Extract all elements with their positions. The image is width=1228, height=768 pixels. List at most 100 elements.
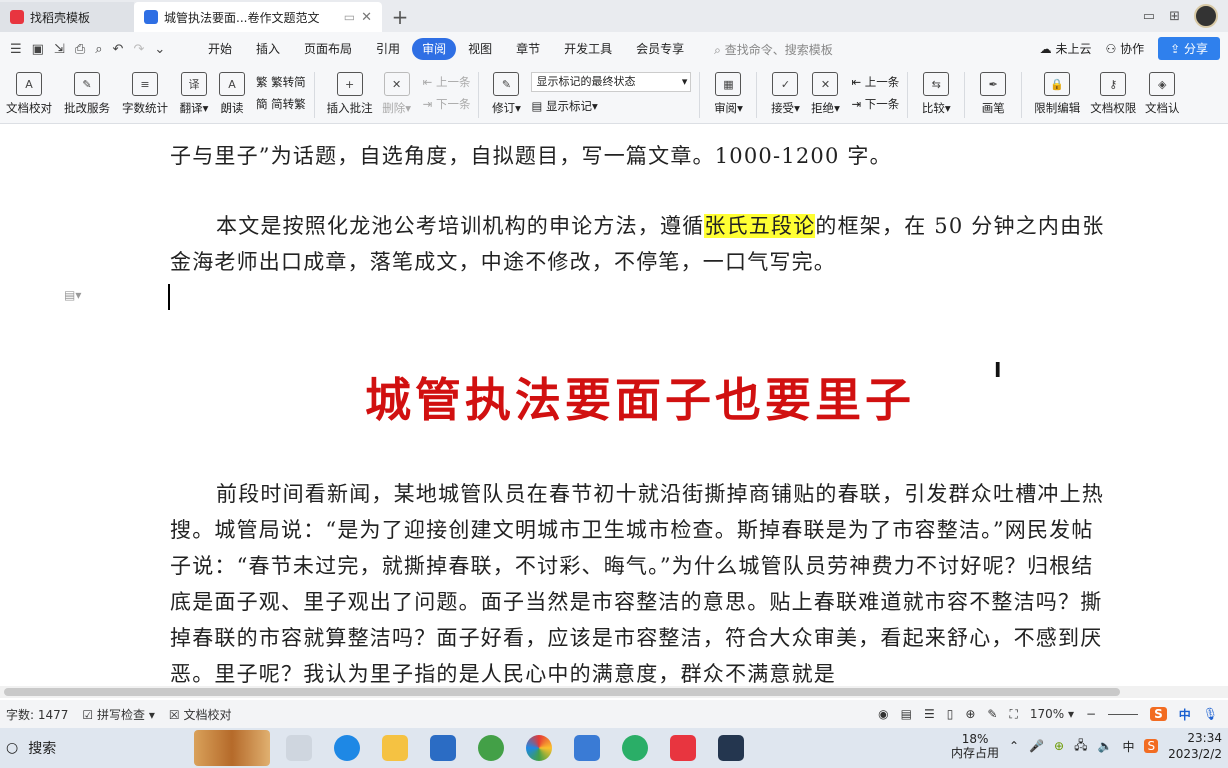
preview-icon[interactable]: ⌕ [95, 42, 102, 57]
menu-chapter[interactable]: 章节 [504, 38, 552, 60]
review-pane-button[interactable]: ▦ 审阅▾ [708, 66, 748, 124]
pin-icon[interactable]: ▭ [344, 10, 355, 24]
chevron-up-icon[interactable]: ⌃ [1009, 739, 1019, 753]
page-view-icon[interactable]: ▤ [901, 707, 912, 721]
avatar[interactable] [1194, 4, 1218, 28]
ime-mode[interactable]: 中 [1179, 706, 1191, 723]
edge-icon[interactable] [334, 735, 360, 761]
next-comment-button[interactable]: ⇥ 下一条 [423, 96, 471, 112]
recorder-icon[interactable] [718, 735, 744, 761]
batch-service-button[interactable]: ✎ 批改服务 [58, 66, 116, 124]
simp-to-trad-button[interactable]: 簡 简转繁 [256, 96, 306, 112]
eye-icon[interactable]: ◉ [878, 707, 888, 721]
save-icon[interactable]: ▣ [32, 42, 44, 57]
word-count-status[interactable]: 字数: 1477 [6, 706, 68, 723]
insert-comment-button[interactable]: + 插入批注 [323, 66, 377, 124]
menu-member[interactable]: 会员专享 [624, 38, 696, 60]
zoom-level[interactable]: 170% ▾ [1030, 707, 1074, 721]
zoom-out-button[interactable]: − [1086, 707, 1096, 721]
next-change-button[interactable]: ⇥ 下一条 [851, 96, 899, 112]
export-icon[interactable]: ⇲ [54, 42, 65, 57]
horizontal-scrollbar[interactable] [0, 686, 1228, 698]
chrome-like-icon[interactable] [526, 735, 552, 761]
tab-templates[interactable]: 找稻壳模板 [0, 2, 134, 32]
command-search[interactable]: ⌕ 查找命令、搜索模板 [714, 41, 833, 58]
doc-proof-toggle[interactable]: ☒ 文档校对 [169, 706, 232, 723]
prev-comment-button[interactable]: ⇤ 上一条 [423, 74, 471, 90]
collab-button[interactable]: ⚇ 协作 [1105, 40, 1144, 57]
menu-view[interactable]: 视图 [456, 38, 504, 60]
green-browser-icon[interactable] [478, 735, 504, 761]
menu-layout[interactable]: 页面布局 [292, 38, 364, 60]
mic-icon[interactable]: 🎙 [1203, 707, 1218, 721]
doc-cert-button[interactable]: ◈ 文档认 [1142, 66, 1182, 124]
menu-icon[interactable]: ☰ [10, 42, 22, 57]
memory-usage[interactable]: 18% 内存占用 [951, 732, 999, 760]
mail-icon[interactable] [430, 735, 456, 761]
wps-icon [10, 10, 24, 24]
restrict-edit-button[interactable]: 🔒 限制编辑 [1030, 66, 1084, 124]
read-view-icon[interactable]: ▯ [947, 707, 954, 721]
spell-check-toggle[interactable]: ☑ 拼写检查 ▾ [82, 706, 154, 723]
paragraph-prompt-end: 子与里子”为话题，自选角度，自拟题目，写一篇文章。1000-1200 字。 [170, 144, 892, 168]
mic-icon[interactable]: 🎤 [1029, 739, 1044, 753]
pen-button[interactable]: ✒ 画笔 [973, 66, 1013, 124]
file-explorer-icon[interactable] [382, 735, 408, 761]
taskbar-search[interactable]: ○ 搜索 [0, 728, 270, 768]
convert-icon: 簡 [256, 97, 268, 111]
next-icon: ⇥ [422, 97, 433, 111]
comment-icon: + [336, 72, 363, 96]
sogou-icon[interactable]: S [1144, 739, 1159, 753]
word-count-icon: ≡ [132, 72, 158, 96]
wechat-icon[interactable] [622, 735, 648, 761]
markup-icon: ▤ [531, 99, 543, 113]
grid-icon[interactable]: ⊞ [1169, 9, 1180, 24]
cloud-status[interactable]: ☁ 未上云 [1040, 40, 1092, 57]
paragraph-menu-icon[interactable]: ▤▾ [64, 288, 81, 302]
volume-icon[interactable]: 🔈 [1098, 739, 1113, 753]
prev-change-button[interactable]: ⇤ 上一条 [851, 74, 899, 90]
translate-button[interactable]: 译 翻译▾ [174, 66, 214, 124]
share-button[interactable]: ⇪ 分享 [1158, 37, 1220, 60]
document-canvas[interactable]: 子与里子”为话题，自选角度，自拟题目，写一篇文章。1000-1200 字。 本文… [0, 124, 1228, 686]
tab-document[interactable]: 城管执法要面...卷作文题范文 ▭ ✕ [134, 2, 382, 32]
read-aloud-button[interactable]: A 朗读 [214, 66, 250, 124]
new-tab-button[interactable]: + [382, 2, 418, 32]
task-view-icon[interactable] [286, 735, 312, 761]
close-icon[interactable]: ✕ [361, 10, 372, 25]
menu-insert[interactable]: 插入 [244, 38, 292, 60]
print-icon[interactable]: ⎙ [75, 42, 85, 57]
revise-button[interactable]: ✎ 修订▾ [487, 66, 525, 124]
compare-button[interactable]: ⇆ 比较▾ [916, 66, 956, 124]
clock[interactable]: 23:34 2023/2/2 [1168, 730, 1222, 762]
redo-icon[interactable]: ↷ [133, 42, 144, 57]
accept-button[interactable]: ✓ 接受▾ [765, 66, 805, 124]
show-markup-button[interactable]: ▤ 显示标记▾ [531, 98, 691, 114]
prev-icon: ⇤ [422, 75, 433, 89]
menu-devtools[interactable]: 开发工具 [552, 38, 624, 60]
outline-view-icon[interactable]: ☰ [924, 707, 935, 721]
menu-review[interactable]: 审阅 [412, 38, 457, 60]
plus-icon[interactable]: ⊕ [1054, 739, 1064, 753]
undo-icon[interactable]: ↶ [113, 42, 124, 57]
trad-to-simp-button[interactable]: 繁 繁转简 [256, 74, 306, 90]
delete-comment-button[interactable]: ✕ 删除▾ [377, 66, 417, 124]
wps-taskbar-icon[interactable] [670, 735, 696, 761]
fit-icon[interactable]: ⛶ [1009, 707, 1017, 722]
menu-home[interactable]: 开始 [196, 38, 244, 60]
web-view-icon[interactable]: ⊕ [965, 707, 975, 721]
word-count-button[interactable]: ≡ 字数统计 [116, 66, 174, 124]
ime-tray[interactable]: 中 [1122, 738, 1134, 755]
scrollbar-thumb[interactable] [4, 688, 1120, 696]
reject-button[interactable]: ✕ 拒绝▾ [805, 66, 845, 124]
doc-proof-button[interactable]: A 文档校对 [0, 66, 58, 124]
doc-permission-button[interactable]: ⚷ 文档权限 [1084, 66, 1142, 124]
menu-references[interactable]: 引用 [364, 38, 412, 60]
network-icon[interactable]: 🖧 [1074, 736, 1087, 757]
feishu-icon[interactable] [574, 735, 600, 761]
window-mode-icon[interactable]: ▭ [1143, 9, 1155, 24]
markup-state-select[interactable]: 显示标记的最终状态 ▾ [531, 72, 692, 92]
pen-icon[interactable]: ✎ [987, 707, 997, 721]
zoom-slider[interactable] [1108, 713, 1139, 715]
chevron-down-icon[interactable]: ⌄ [154, 42, 165, 57]
